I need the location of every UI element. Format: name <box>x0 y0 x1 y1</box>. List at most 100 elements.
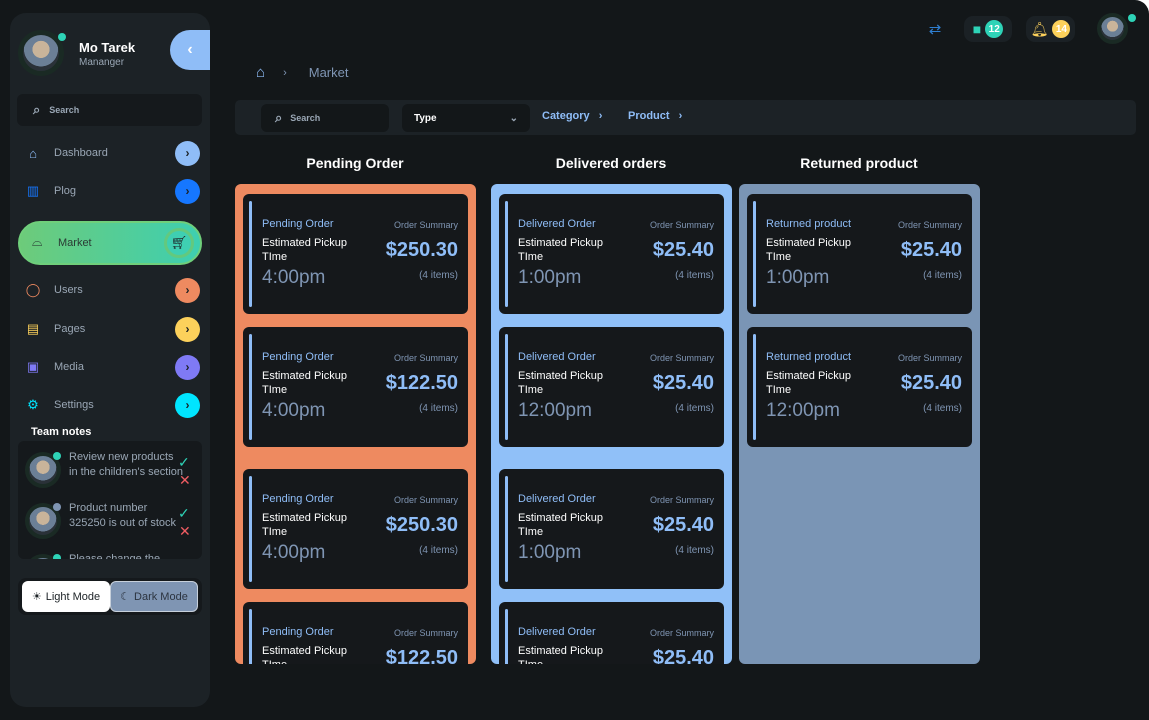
theme-toggle: ☀ Light Mode ☾ Dark Mode <box>18 578 202 615</box>
card-accent <box>249 476 252 582</box>
order-amount: $25.40 <box>900 239 962 261</box>
order-amount: $25.40 <box>900 372 962 394</box>
sidebar-item-media[interactable]: ▣ Media › <box>10 354 210 380</box>
order-card[interactable]: Pending OrderEstimated Pickup TIme4:00pm… <box>243 602 468 664</box>
breadcrumb: ⌂ › Market <box>256 64 348 81</box>
profile-avatar[interactable] <box>1097 13 1128 44</box>
translate-button[interactable]: ⇄ <box>920 16 950 42</box>
sidebar-item-settings[interactable]: ⚙ Settings › <box>10 392 210 418</box>
order-summary-label: Order Summary <box>897 220 962 230</box>
type-dropdown[interactable]: Type ⌄ <box>402 104 530 132</box>
pickup-time: 1:00pm <box>766 267 830 288</box>
order-status: Pending Order <box>262 493 334 505</box>
chevron-left-icon: ‹ <box>187 41 193 58</box>
item-count: (4 items) <box>419 270 458 281</box>
card-accent <box>505 476 508 582</box>
user-name: Mo Tarek <box>79 40 136 55</box>
card-accent <box>505 609 508 664</box>
order-card[interactable]: Returned product Estimated Pickup TIme 12:… <box>747 327 972 447</box>
chevron-down-icon: ⌄ <box>509 112 518 124</box>
check-icon[interactable]: ✓ <box>178 556 190 559</box>
close-icon[interactable]: ✕ <box>179 523 191 540</box>
home-icon[interactable]: ⌂ <box>256 64 265 81</box>
search-icon: ⌕ <box>275 110 283 125</box>
pickup-time: 12:00pm <box>766 400 840 421</box>
order-card[interactable]: Delivered OrderEstimated Pickup TIme1:00… <box>499 194 724 314</box>
status-dot <box>53 554 61 559</box>
check-icon[interactable]: ✓ <box>178 454 190 471</box>
pickup-time: 1:00pm <box>518 267 582 288</box>
team-notes-list[interactable]: Review new products in the children's se… <box>18 441 202 559</box>
chevron-right-icon[interactable]: › <box>175 178 200 204</box>
store-icon: ⌓ <box>32 234 43 249</box>
light-mode-button[interactable]: ☀ Light Mode <box>22 581 110 612</box>
order-card[interactable]: Returned product Estimated Pickup TIme 1:0… <box>747 194 972 314</box>
order-card[interactable]: Delivered OrderEstimated Pickup TIme1:00… <box>499 602 724 664</box>
messages-button[interactable]: ■ 12 <box>964 16 1012 42</box>
product-link[interactable]: Product › <box>628 110 682 122</box>
light-mode-label: Light Mode <box>45 590 101 603</box>
notifications-button[interactable]: 🔔︎ 14 <box>1026 16 1075 42</box>
chevron-right-icon[interactable]: › <box>175 140 200 166</box>
sidebar-search-input[interactable]: ⌕ Search <box>17 94 202 126</box>
sidebar: Mo Tarek Mananger ‹ ⌕ Search ⌂ Dashboard ›… <box>10 13 210 707</box>
order-card[interactable]: Delivered Order Estimated Pickup TIme 12:0… <box>499 327 724 447</box>
order-summary-label: Order Summary <box>649 353 714 363</box>
order-card[interactable]: Pending OrderEstimated Pickup TIme4:00pm… <box>243 469 468 589</box>
blog-icon: ▥ <box>26 183 40 198</box>
sidebar-item-users[interactable]: ◯ Users › <box>10 277 210 303</box>
pickup-label: Estimated Pickup TIme <box>262 370 347 396</box>
app-window: Mo Tarek Mananger ‹ ⌕ Search ⌂ Dashboard ›… <box>0 0 1149 720</box>
pickup-time: 4:00pm <box>262 542 326 563</box>
sidebar-item-pages[interactable]: ▤ Pages › <box>10 316 210 342</box>
media-icon: ▣ <box>26 359 40 374</box>
close-icon[interactable]: ✕ <box>179 472 191 489</box>
dark-mode-label: Dark Mode <box>134 590 188 603</box>
sidebar-item-market[interactable]: ⌓ Market 🛒︎ <box>18 221 202 265</box>
card-accent <box>249 201 252 307</box>
collapse-sidebar-button[interactable]: ‹ <box>170 30 210 70</box>
order-status: Delivered Order <box>518 626 596 638</box>
search-icon: ⌕ <box>33 102 41 117</box>
order-card[interactable]: Pending OrderEstimated Pickup TIme4:00pm… <box>243 194 468 314</box>
item-count: (4 items) <box>419 545 458 556</box>
sidebar-item-label: Market <box>58 237 92 249</box>
order-status: Delivered Order <box>518 351 596 363</box>
pickup-label: Estimated Pickup TIme <box>518 512 603 538</box>
order-card[interactable]: Delivered OrderEstimated Pickup TIme1:00… <box>499 469 724 589</box>
pickup-time: 4:00pm <box>262 400 326 421</box>
pickup-label: Estimated Pickup TIme <box>518 370 603 396</box>
order-amount: $25.40 <box>652 239 714 261</box>
order-column: Delivered Order Estimated Pickup TIme 1:00… <box>491 184 732 664</box>
sun-icon: ☀ <box>31 591 42 603</box>
type-label: Type <box>414 112 437 124</box>
chevron-right-icon[interactable]: › <box>175 354 200 380</box>
chevron-right-icon[interactable]: › <box>175 392 200 418</box>
category-label: Category <box>542 110 590 122</box>
filter-bar: ⌕ Search Type ⌄ Category › Product › <box>235 100 1136 135</box>
bell-icon: 🔔︎ <box>1030 20 1049 37</box>
category-link[interactable]: Category › <box>542 110 602 122</box>
card-accent <box>505 201 508 307</box>
dark-mode-button[interactable]: ☾ Dark Mode <box>110 581 198 612</box>
moon-icon: ☾ <box>120 591 131 603</box>
item-count: (4 items) <box>675 545 714 556</box>
order-amount: $25.40 <box>652 647 714 664</box>
item-count: (4 items) <box>419 403 458 414</box>
chevron-right-icon[interactable]: › <box>175 316 200 342</box>
order-card[interactable]: Pending OrderEstimated Pickup TIme4:00pm… <box>243 327 468 447</box>
order-status: Delivered Order <box>518 218 596 230</box>
check-icon[interactable]: ✓ <box>178 505 190 522</box>
order-summary-label: Order Summary <box>649 628 714 638</box>
filter-search-input[interactable]: ⌕ Search <box>261 104 389 132</box>
pickup-time: 4:00pm <box>262 267 326 288</box>
sidebar-item-label: Plog <box>54 185 77 197</box>
sidebar-item-dashboard[interactable]: ⌂ Dashboard › <box>10 140 210 166</box>
pickup-label: Estimated Pickup TIme <box>518 645 603 664</box>
order-summary-label: Order Summary <box>649 220 714 230</box>
sidebar-item-plog[interactable]: ▥ Plog › <box>10 178 210 204</box>
order-amount: $250.30 <box>385 514 458 536</box>
card-accent <box>249 334 252 440</box>
chevron-right-icon[interactable]: › <box>175 277 200 303</box>
card-accent <box>753 334 756 440</box>
